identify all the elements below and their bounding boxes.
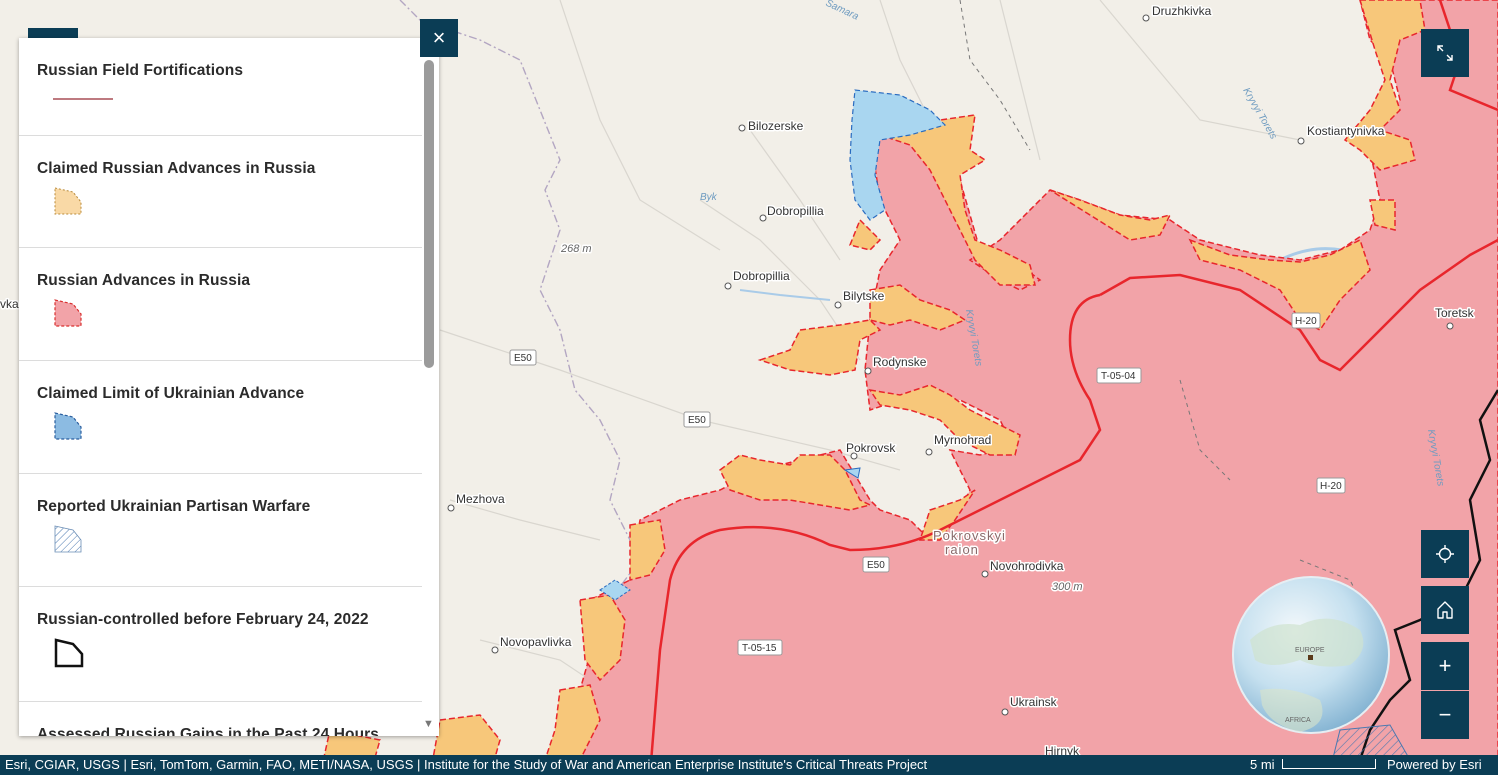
map-label: AFRICA: [1285, 717, 1311, 724]
attribution-bar: Esri, CGIAR, USGS | Esri, TomTom, Garmin…: [0, 755, 1498, 775]
map-label: Dobropillia: [767, 204, 824, 218]
home-icon: [1437, 601, 1453, 619]
map-label: Mezhova: [456, 492, 505, 506]
map-label: Myrnohrad: [934, 433, 991, 447]
map-label: Pokrovsk: [846, 441, 896, 455]
map-label: Toretsk: [1435, 306, 1475, 320]
legend-panel: Russian Field Fortifications Claimed Rus…: [19, 38, 439, 736]
legend-item-russian-advances: Russian Advances in Russia: [19, 248, 422, 361]
map-label: Byk: [700, 192, 718, 203]
legend-scrollbar[interactable]: [424, 60, 434, 368]
scale-bar: [1282, 759, 1376, 769]
line-icon: [53, 98, 113, 100]
map-label: T-05-15: [742, 643, 777, 654]
legend-item-title: Russian Field Fortifications: [37, 62, 244, 79]
map-label: Rodynske: [873, 355, 927, 369]
zoom-in-button[interactable]: +: [1421, 642, 1469, 690]
hatched-polygon-icon: [54, 525, 82, 553]
legend-item-claimed-limit-ukrainian: Claimed Limit of Ukrainian Advance: [19, 361, 422, 474]
plus-icon: +: [1438, 653, 1452, 678]
legend-item-title: Assessed Russian Gains in the Past 24 Ho…: [37, 726, 379, 736]
map-label: E50: [688, 415, 706, 426]
map-label: H-20: [1295, 316, 1317, 327]
map-label: Novohrodivka: [990, 559, 1064, 573]
legend-item-title: Claimed Russian Advances in Russia: [37, 160, 316, 177]
map-label: Kostiantynivka: [1307, 124, 1385, 138]
map-label: E50: [867, 560, 885, 571]
close-legend-button[interactable]: ×: [420, 19, 458, 57]
close-icon: ×: [432, 25, 446, 50]
black-outline-polygon-icon: [54, 638, 84, 668]
legend-tab: [28, 28, 78, 38]
legend-item-title: Reported Ukrainian Partisan Warfare: [37, 498, 311, 515]
map-label: Novopavlivka: [500, 635, 572, 649]
fullscreen-button[interactable]: [1421, 29, 1469, 77]
locate-button[interactable]: [1421, 530, 1469, 578]
map-label: T-05-04: [1101, 371, 1136, 382]
map-label: E50: [514, 353, 532, 364]
powered-by-esri[interactable]: Powered by Esri: [1387, 755, 1482, 775]
red-dashed-polygon-icon: [54, 299, 82, 327]
map-label: Bilytske: [843, 289, 885, 303]
legend-item-partisan-warfare: Reported Ukrainian Partisan Warfare: [19, 474, 422, 587]
attribution-text[interactable]: Esri, CGIAR, USGS | Esri, TomTom, Garmin…: [5, 755, 927, 775]
scale-label: 5 mi: [1250, 757, 1275, 772]
orange-dotted-polygon-icon: [54, 187, 82, 215]
map-label: Pokrovskyi: [933, 528, 1006, 543]
legend-item-title: Russian Advances in Russia: [37, 272, 251, 289]
map-label: H-20: [1320, 481, 1342, 492]
legend-item-title: Russian-controlled before February 24, 2…: [37, 611, 369, 628]
map-label: Ukrainsk: [1010, 695, 1058, 709]
fullscreen-icon: [1437, 45, 1453, 61]
legend-item-pre-2022-controlled: Russian-controlled before February 24, 2…: [19, 587, 422, 702]
legend-item-title: Claimed Limit of Ukrainian Advance: [37, 385, 305, 402]
map-label: raion: [945, 542, 979, 557]
map-label: Bilozerske: [748, 119, 804, 133]
locate-icon: [1436, 545, 1454, 563]
map-label: EUROPE: [1295, 647, 1325, 654]
legend-item-russian-field-fortifications: Russian Field Fortifications: [19, 38, 422, 136]
legend-item-claimed-russian-advances: Claimed Russian Advances in Russia: [19, 136, 422, 248]
home-button[interactable]: [1421, 586, 1469, 634]
overview-globe[interactable]: EUROPE AFRICA: [1232, 576, 1390, 734]
map-label: 300 m: [1052, 581, 1083, 593]
map-label: 268 m: [560, 243, 592, 255]
map-label: Dobropillia: [733, 269, 790, 283]
blue-dashed-polygon-icon: [54, 412, 82, 440]
zoom-out-button[interactable]: −: [1421, 691, 1469, 739]
map-label: vka: [0, 297, 19, 311]
scroll-down-icon[interactable]: ▼: [423, 718, 434, 730]
minus-icon: −: [1438, 702, 1452, 727]
map-label: Druzhkivka: [1152, 4, 1212, 18]
legend-item-assessed-gains-24h: Assessed Russian Gains in the Past 24 Ho…: [19, 702, 422, 736]
